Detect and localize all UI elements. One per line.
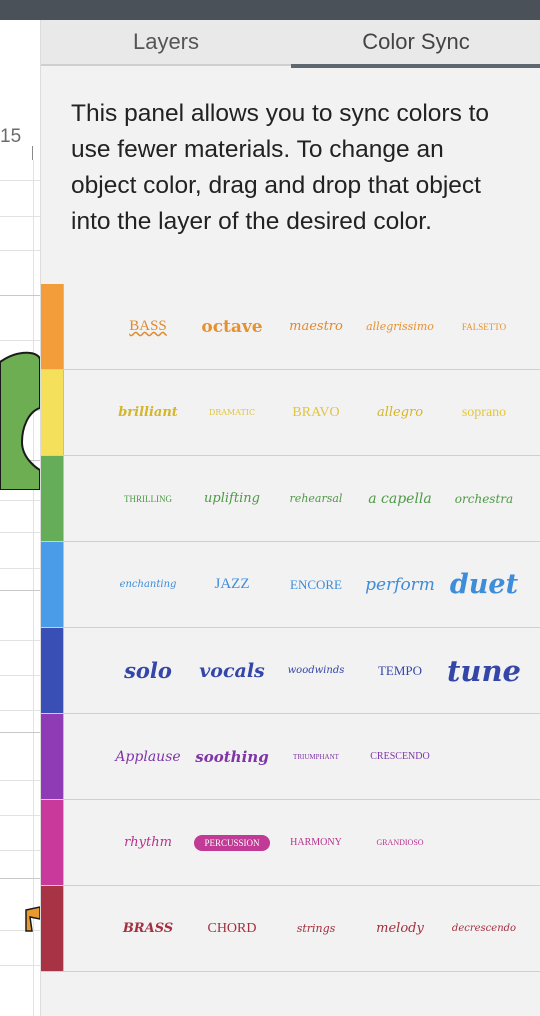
design-encore[interactable]: ENCORE	[274, 555, 358, 615]
canvas-grid-line	[0, 732, 40, 733]
color-swatch-green[interactable]	[41, 456, 64, 541]
design-applause[interactable]: Applause	[106, 727, 190, 787]
design-harmony[interactable]: HARMONY	[274, 813, 358, 873]
canvas-grid-line	[0, 180, 40, 181]
color-swatch-purple[interactable]	[41, 714, 64, 799]
canvas-grid-line	[0, 780, 40, 781]
color-layer-orange[interactable]: BASS octave maestro allegrissimo FALSETT…	[41, 284, 540, 370]
color-layer-dark-blue[interactable]: solo vocals woodwinds TEMPO tune	[41, 628, 540, 714]
design-maestro[interactable]: maestro	[274, 297, 358, 357]
design-duet[interactable]: duet	[442, 555, 526, 615]
canvas-grid-line	[0, 250, 40, 251]
design-enchanting[interactable]: enchanting	[106, 555, 190, 615]
canvas-grid-line	[33, 160, 34, 1016]
color-swatch-magenta[interactable]	[41, 800, 64, 885]
color-layer-light-blue[interactable]: enchanting JAZZ ENCORE perform duet	[41, 542, 540, 628]
canvas-grid-line	[0, 532, 40, 533]
canvas-grid-line	[0, 590, 40, 591]
design-falsetto[interactable]: FALSETTO	[442, 297, 526, 357]
design-bass[interactable]: BASS	[106, 297, 190, 357]
canvas-orange-object[interactable]	[20, 905, 40, 935]
design-triumphant[interactable]: TRIUMPHANT	[274, 727, 358, 787]
design-perform[interactable]: perform	[358, 555, 442, 615]
design-allegro[interactable]: allegro	[358, 383, 442, 443]
design-soothing[interactable]: soothing	[190, 727, 274, 787]
canvas-grid-line	[0, 568, 40, 569]
design-tune[interactable]: tune	[442, 641, 526, 701]
design-brilliant[interactable]: brilliant	[106, 383, 190, 443]
design-bravo[interactable]: BRAVO	[274, 383, 358, 443]
design-grandioso[interactable]: GRANDIOSO	[358, 813, 442, 873]
design-crescendo[interactable]: CRESCENDO	[358, 727, 442, 787]
color-swatch-orange[interactable]	[41, 284, 64, 369]
ruler-tick	[32, 146, 33, 160]
design-uplifting[interactable]: uplifting	[190, 469, 274, 529]
design-allegrissimo[interactable]: allegrissimo	[358, 297, 442, 357]
design-a-capella[interactable]: a capella	[358, 469, 442, 529]
color-layer-green[interactable]: THRILLING uplifting rehearsal a capella …	[41, 456, 540, 542]
canvas-green-object[interactable]	[0, 330, 40, 490]
canvas-grid-line	[0, 815, 40, 816]
design-woodwinds[interactable]: woodwinds	[274, 641, 358, 701]
tab-color-sync[interactable]: Color Sync	[291, 20, 540, 68]
design-melody[interactable]: melody	[358, 899, 442, 959]
design-tempo[interactable]: TEMPO	[358, 641, 442, 701]
canvas-grid-line	[0, 675, 40, 676]
color-sync-panel: Layers Color Sync This panel allows you …	[40, 20, 540, 1016]
color-swatch-dark-blue[interactable]	[41, 628, 64, 713]
title-bar	[0, 0, 540, 20]
canvas-grid-line	[0, 878, 40, 879]
design-vocals[interactable]: vocals	[190, 641, 274, 701]
panel-tabs: Layers Color Sync	[41, 20, 540, 68]
canvas-grid-line	[0, 965, 40, 966]
panel-description: This panel allows you to sync colors to …	[71, 100, 490, 235]
design-brass[interactable]: BRASS	[106, 899, 190, 959]
canvas-grid-line	[0, 216, 40, 217]
canvas-grid-line	[0, 500, 40, 501]
design-rehearsal[interactable]: rehearsal	[274, 469, 358, 529]
color-layer-red[interactable]: BRASS CHORD strings melody decrescendo	[41, 886, 540, 972]
design-thrilling[interactable]: THRILLING	[106, 469, 190, 529]
design-jazz[interactable]: JAZZ	[190, 555, 274, 615]
design-strings[interactable]: strings	[274, 899, 358, 959]
canvas-grid-line	[0, 710, 40, 711]
color-swatch-red[interactable]	[41, 886, 64, 971]
design-soprano[interactable]: soprano	[442, 383, 526, 443]
canvas-grid-line	[0, 640, 40, 641]
color-layer-list: BASS octave maestro allegrissimo FALSETT…	[41, 284, 540, 972]
color-layer-yellow[interactable]: brilliant DRAMATIC BRAVO allegro soprano	[41, 370, 540, 456]
canvas-grid-line	[0, 850, 40, 851]
design-solo[interactable]: solo	[106, 641, 190, 701]
color-layer-magenta[interactable]: rhythm PERCUSSION HARMONY GRANDIOSO	[41, 800, 540, 886]
design-chord[interactable]: CHORD	[190, 899, 274, 959]
color-swatch-light-blue[interactable]	[41, 542, 64, 627]
design-canvas[interactable]: 15	[0, 20, 40, 1016]
color-swatch-yellow[interactable]	[41, 370, 64, 455]
design-octave[interactable]: octave	[190, 297, 274, 357]
tab-layers[interactable]: Layers	[41, 20, 291, 66]
design-percussion[interactable]: PERCUSSION	[190, 813, 274, 873]
color-layer-purple[interactable]: Applause soothing TRIUMPHANT CRESCENDO	[41, 714, 540, 800]
ruler-number: 15	[0, 126, 22, 147]
canvas-grid-line	[0, 295, 40, 296]
design-orchestra[interactable]: orchestra	[442, 469, 526, 529]
design-dramatic[interactable]: DRAMATIC	[190, 383, 274, 443]
design-rhythm[interactable]: rhythm	[106, 813, 190, 873]
design-decrescendo[interactable]: decrescendo	[442, 899, 526, 959]
